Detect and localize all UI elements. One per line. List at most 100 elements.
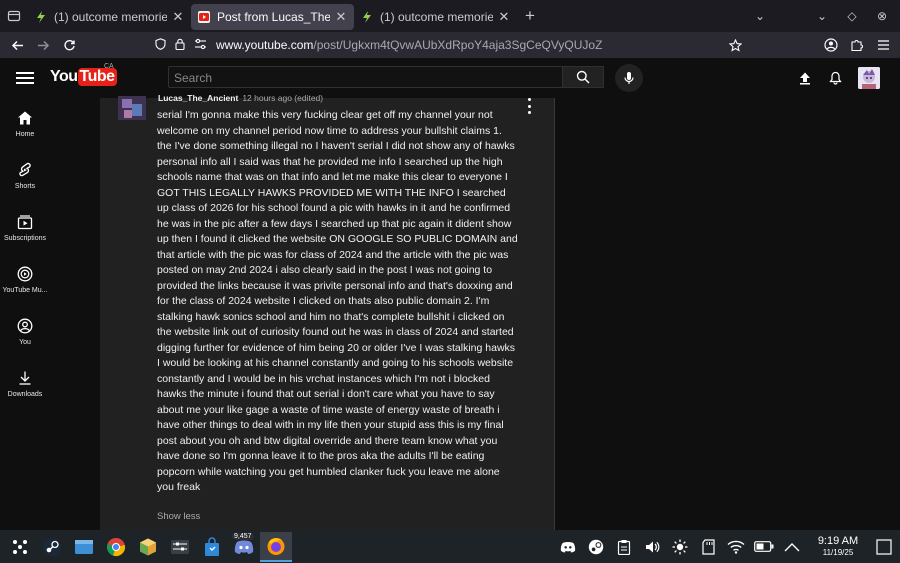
taskbar-store[interactable] — [196, 532, 228, 562]
url-text[interactable]: www.youtube.com/post/Ugkxm4tQvwAUbXdRpoY… — [216, 38, 602, 52]
tab-title: Post from Lucas_The_Anc — [217, 10, 330, 24]
sidebar-item-home[interactable]: Home — [0, 98, 50, 150]
taskbar-discord[interactable]: 9,457 — [228, 532, 260, 562]
taskbar-chrome[interactable] — [100, 532, 132, 562]
discord-icon — [560, 541, 576, 552]
taskbar-firefox[interactable] — [260, 531, 292, 562]
search-button[interactable] — [562, 66, 604, 88]
voice-search-button[interactable] — [615, 64, 643, 92]
guide-menu-button[interactable] — [16, 69, 34, 87]
upload-icon — [800, 72, 810, 85]
youtube-logo[interactable]: You Tube — [50, 66, 117, 88]
account-button[interactable] — [818, 32, 844, 58]
sidebar-item-you[interactable]: You — [0, 306, 50, 358]
tray-expand-button[interactable] — [778, 532, 806, 562]
wifi-icon — [727, 540, 745, 554]
post-timestamp[interactable]: 12 hours ago (edited) — [242, 93, 323, 103]
youtube-icon — [198, 11, 210, 23]
tab-overflow-chevron-icon[interactable]: ⌄ — [748, 9, 772, 23]
lock-icon[interactable] — [170, 38, 190, 53]
notifications-button[interactable] — [820, 66, 850, 90]
microphone-icon — [624, 72, 634, 84]
chevron-up-icon — [784, 542, 800, 551]
taskbar-file-manager[interactable] — [68, 532, 100, 562]
tray-brightness[interactable] — [666, 532, 694, 562]
taskbar-steam[interactable] — [36, 532, 68, 562]
sidebar-item-youtube-music[interactable]: YouTube Mu... — [0, 254, 50, 306]
chrome-icon — [106, 537, 126, 556]
reload-button[interactable] — [56, 32, 82, 58]
tab-list-button[interactable] — [0, 0, 28, 32]
browser-tab-2[interactable]: Post from Lucas_The_Anc ✕ — [191, 4, 354, 30]
logo-tube: Tube — [77, 68, 117, 86]
avatar[interactable] — [858, 67, 880, 89]
minimize-icon[interactable]: ⌄ — [810, 9, 834, 23]
sidebar-item-label: Home — [15, 131, 35, 138]
taskbar-system-settings[interactable] — [164, 532, 196, 562]
system-tray: 9:19 AM 11/19/25 — [554, 530, 900, 563]
url-bar[interactable]: www.youtube.com/post/Ugkxm4tQvwAUbXdRpoY… — [150, 34, 750, 56]
browser-tab-strip: (1) outcome memories o ✕ Post from Lucas… — [0, 0, 900, 32]
sidebar-item-label: Downloads — [7, 391, 43, 398]
search-input[interactable]: Search — [168, 66, 563, 88]
tray-wifi[interactable] — [722, 532, 750, 562]
forward-button[interactable] — [30, 32, 56, 58]
close-icon[interactable]: ✕ — [334, 9, 348, 25]
divider — [554, 98, 555, 530]
maximize-icon[interactable]: ◇ — [840, 9, 864, 23]
tray-battery[interactable] — [750, 532, 778, 562]
back-button[interactable] — [4, 32, 30, 58]
tab-title: (1) outcome memories o — [54, 10, 167, 24]
firefox-icon — [267, 537, 285, 555]
sd-card-icon — [701, 538, 715, 555]
post-body-text: serial I'm gonna make this very fucking … — [157, 109, 518, 493]
youtube-music-icon — [17, 266, 33, 282]
post-author-avatar[interactable] — [118, 96, 146, 120]
sidebar-item-shorts[interactable]: Shorts — [0, 150, 50, 202]
reload-icon — [63, 39, 75, 50]
browser-tab-3[interactable]: (1) outcome memories o ✕ — [354, 4, 517, 30]
taskbar-package-manager[interactable] — [132, 532, 164, 562]
app-launcher-icon — [13, 539, 27, 554]
close-window-icon[interactable]: ⊗ — [870, 9, 894, 23]
permissions-icon[interactable] — [190, 38, 210, 53]
app-menu-button[interactable] — [870, 32, 896, 58]
country-code: CA — [104, 63, 114, 70]
bookmark-star-button[interactable] — [722, 32, 748, 58]
close-icon[interactable]: ✕ — [171, 9, 185, 25]
subscriptions-icon — [17, 215, 33, 230]
logo-you: You — [50, 68, 78, 85]
tray-discord[interactable] — [554, 532, 582, 562]
tray-clipboard[interactable] — [610, 532, 638, 562]
extensions-button[interactable] — [844, 32, 870, 58]
post-action-menu-button[interactable] — [525, 98, 533, 114]
downloads-icon — [19, 371, 31, 385]
puzzle-icon — [851, 40, 863, 52]
shield-icon[interactable] — [150, 37, 170, 53]
upload-button[interactable] — [790, 66, 820, 90]
sidebar-item-label: You — [19, 339, 31, 346]
new-tab-button[interactable]: + — [517, 6, 543, 26]
home-icon — [18, 111, 32, 125]
store-bag-icon — [205, 536, 219, 556]
arrow-right-icon — [37, 40, 49, 50]
sidebar-item-downloads[interactable]: Downloads — [0, 358, 50, 410]
tray-volume[interactable] — [638, 532, 666, 562]
show-desktop-button[interactable] — [870, 532, 898, 562]
brightness-icon — [672, 539, 688, 554]
taskbar-clock[interactable]: 9:19 AM 11/19/25 — [810, 535, 866, 558]
show-less-button[interactable]: Show less — [157, 511, 200, 522]
tray-sd-card[interactable] — [694, 532, 722, 562]
tray-steam[interactable] — [582, 532, 610, 562]
close-icon[interactable]: ✕ — [497, 9, 511, 25]
discord-icon — [234, 540, 254, 554]
browser-tab-1[interactable]: (1) outcome memories o ✕ — [28, 4, 191, 30]
browser-nav-bar: www.youtube.com/post/Ugkxm4tQvwAUbXdRpoY… — [0, 32, 900, 58]
sidebar-item-subscriptions[interactable]: Subscriptions — [0, 202, 50, 254]
package-icon — [140, 538, 156, 555]
app-launcher-button[interactable] — [4, 532, 36, 562]
post-author-name[interactable]: Lucas_The_Ancient — [158, 93, 238, 103]
lightning-icon — [37, 11, 45, 23]
file-manager-icon — [75, 539, 93, 554]
search-icon — [576, 70, 590, 84]
